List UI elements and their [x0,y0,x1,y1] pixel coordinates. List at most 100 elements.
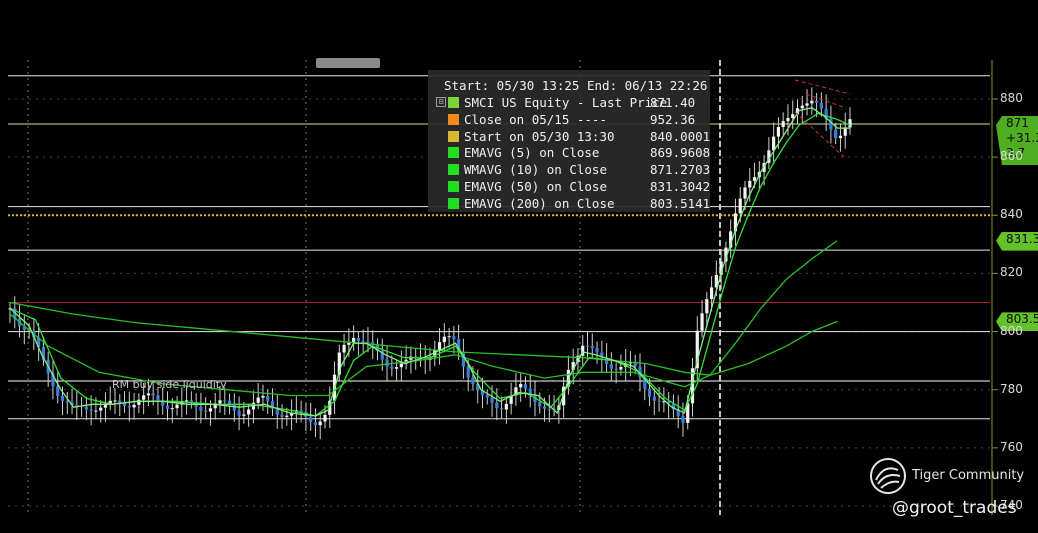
candle-body [495,402,499,409]
candle-body [748,180,752,188]
candle-body [146,393,151,396]
candle-body [280,414,284,417]
candle-body [504,403,508,410]
candle-body [781,121,785,127]
candle-body [361,341,365,343]
tiger-community-watermark: Tiger Community [868,456,1028,496]
legend-entry: Start on 05/30 13:30 840.0001 [432,128,711,145]
y-tick-label: 880 [1000,91,1023,105]
candle-body [261,396,265,398]
candle-body [347,342,351,345]
candle-body [523,384,528,389]
candle-body [471,377,475,385]
candle-body [242,414,246,416]
legend-entry: EMAVG (200) on Close 803.5141 [432,195,710,212]
candle-body [313,422,318,426]
y-tick-label: 860 [1000,149,1023,164]
legend-label: Close on 05/15 ---- [464,111,607,127]
legend-label: WMAVG (10) on Close [464,162,607,178]
y-tick-label: 780 [1000,381,1023,396]
candle-body [170,408,174,410]
candle-body [585,345,590,347]
y-tick-label: 840 [1000,207,1023,222]
legend-swatch [448,147,459,159]
legend-value: 831.3042 [650,179,711,194]
legend-entry: ⊟ SMCI US Equity - Last Price 871.40 [432,95,708,111]
candle-body [256,397,260,403]
candle-body [266,396,270,402]
legend-value: 869.9608 [650,145,711,161]
candle-body [175,404,179,409]
candle-body [89,409,93,411]
candle-body [800,105,804,109]
candle-body [199,406,203,411]
legend-label: EMAVG (5) on Close [464,145,600,161]
candle-body [834,129,838,139]
legend-entry: WMAVG (10) on Close 871.2703 [432,162,710,178]
candle-body [99,407,103,411]
candle-body [738,198,742,214]
candle-body [204,410,208,412]
candle-body [108,400,112,404]
candle-body [499,408,504,410]
legend-swatch [448,197,459,209]
legend-entry: EMAVG (50) on Close 831.3042 [432,179,711,195]
candle-body [84,406,88,410]
candle-body [542,406,547,409]
price-tag: 831.30 [996,231,1038,251]
candle-body [165,405,170,409]
legend-value: 871.40 [650,95,696,110]
legend-swatch [448,130,459,142]
candle-body [838,135,843,139]
top-tab-marker [316,58,380,68]
candle-body [452,336,456,340]
price-tag-text: +31.39 [1006,131,1038,145]
candle-body [285,415,289,417]
candle-body [791,114,795,118]
legend-value: 952.36 [650,111,696,127]
legend-swatch [448,113,459,125]
candle-body [94,410,98,412]
price-tag-text: 871 [1006,116,1029,130]
legend-label: Start on 05/30 13:30 [464,128,615,144]
candle-body [810,100,814,104]
candle-body [681,416,685,423]
candle-body [485,395,489,398]
candle-body [65,400,69,403]
y-tick-label: 760 [1000,439,1023,454]
candle-body [743,187,747,199]
candle-body [232,404,236,411]
candle-body [318,421,322,426]
ema-200-line [9,301,838,376]
candle-body [385,359,389,367]
candle-body [56,386,60,396]
candle-body [399,363,403,368]
candle-body [652,396,656,401]
candle-body [519,384,523,388]
candle-body [218,400,222,404]
buy-side-liquidity-label: RM buy side liquidity [112,378,227,391]
candle-body [323,414,327,422]
legend-value: 840.0001 [650,128,711,144]
candle-body [356,337,361,342]
candle-body [819,102,823,109]
candle-body [366,341,370,343]
tiger-logo-icon [870,458,906,494]
collapse-toggle-icon[interactable]: ⊟ [436,97,446,107]
candle-body [208,408,213,412]
candle-body [132,404,136,408]
candle-body [137,399,141,405]
candle-body [299,410,303,412]
candle-body [237,410,241,416]
candle-body [848,119,852,128]
candle-body [247,409,251,415]
legend-entry: EMAVG (5) on Close 869.9608 [432,145,711,161]
candle-body [609,364,613,369]
candle-body [547,408,551,410]
candle-body [394,367,399,369]
legend-label: EMAVG (200) on Close [464,195,615,211]
candle-body [184,400,189,402]
legend-swatch [448,164,459,176]
trend-channel-line [794,79,851,95]
candle-body [151,393,155,396]
